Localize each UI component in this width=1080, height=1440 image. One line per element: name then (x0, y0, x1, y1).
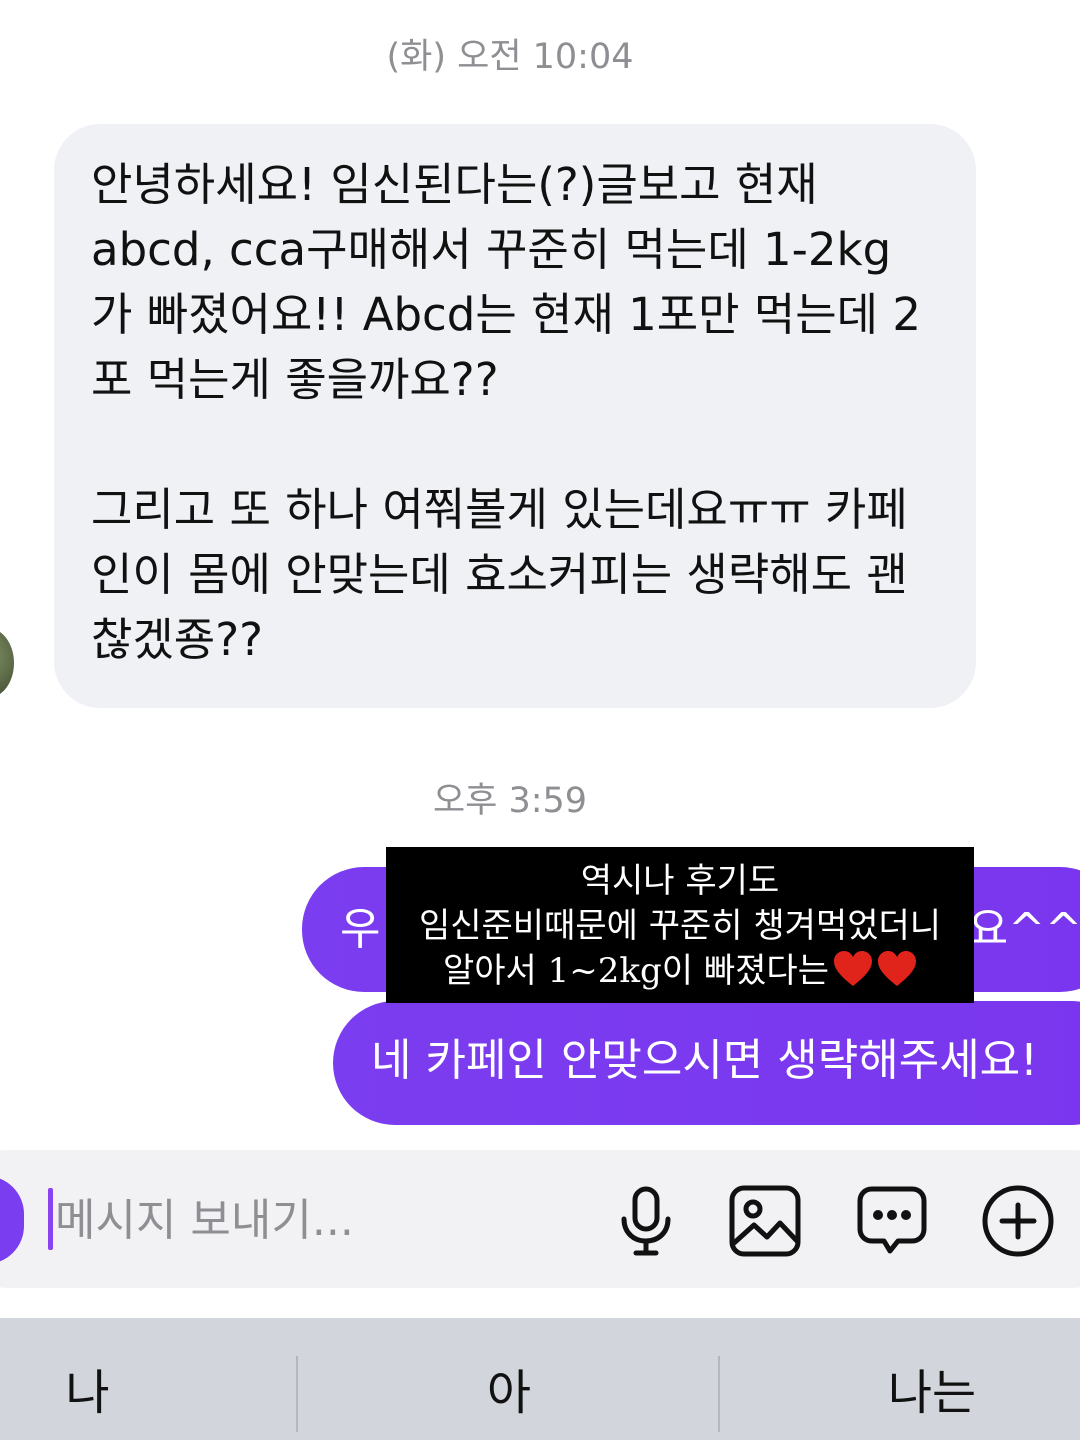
outgoing-message-2-text: 네 카페인 안맞으시면 생략해주세요! (371, 1035, 1038, 1086)
suggestion-1[interactable]: 나 (0, 1318, 175, 1440)
incoming-message-bubble[interactable]: 안녕하세요! 임신된다는(?)글보고 현재 abcd, cca구매해서 꾸준히 … (54, 124, 976, 708)
incoming-message-paragraph-2: 그리고 또 하나 여쭤볼게 있는데요ㅠㅠ 카페인이 몸에 안맞는데 효소커피는 … (91, 483, 908, 666)
keyboard-suggestion-bar: 나 아 나는 (0, 1318, 1080, 1440)
sticker-icon[interactable] (854, 1183, 930, 1259)
chat-screen: (화) 오전 10:04 안녕하세요! 임신된다는(?)글보고 현재 abcd,… (0, 0, 1080, 1440)
contact-avatar[interactable] (0, 628, 14, 698)
caption-overlay: 역시나 후기도 임신준비때문에 꾸준히 챙겨먹었더니 알아서 1~2kg이 빠졌… (386, 847, 974, 1003)
microphone-icon[interactable] (608, 1183, 684, 1259)
caption-line-3: 알아서 1~2kg이 빠졌다는 (443, 951, 829, 991)
timestamp-morning: (화) 오전 10:04 (386, 37, 634, 77)
suggestion-divider (296, 1356, 298, 1432)
incoming-message-paragraph-1: 안녕하세요! 임신된다는(?)글보고 현재 abcd, cca구매해서 꾸준히 … (91, 158, 922, 406)
suggestion-divider (718, 1356, 720, 1432)
image-icon[interactable] (727, 1183, 803, 1259)
heart-icon (833, 951, 872, 986)
outgoing-message-1-start: 우 (340, 904, 381, 955)
suggestion-3[interactable]: 나는 (720, 1318, 1080, 1440)
suggestion-2[interactable]: 아 (298, 1318, 720, 1440)
plus-icon[interactable] (980, 1183, 1056, 1259)
caption-line-3-row: 알아서 1~2kg이 빠졌다는 (386, 949, 974, 994)
outgoing-message-1-end: 요^^ (967, 904, 1080, 955)
timestamp-afternoon: 오후 3:59 (432, 781, 588, 821)
outgoing-message-bubble-2[interactable]: 네 카페인 안맞으시면 생략해주세요! (333, 1001, 1080, 1125)
caption-line-1: 역시나 후기도 (580, 861, 780, 901)
message-input[interactable] (55, 1185, 575, 1255)
caption-line-2: 임신준비때문에 꾸준히 챙겨먹었더니 (418, 906, 942, 946)
heart-icon (877, 951, 916, 986)
text-caret (48, 1188, 53, 1250)
